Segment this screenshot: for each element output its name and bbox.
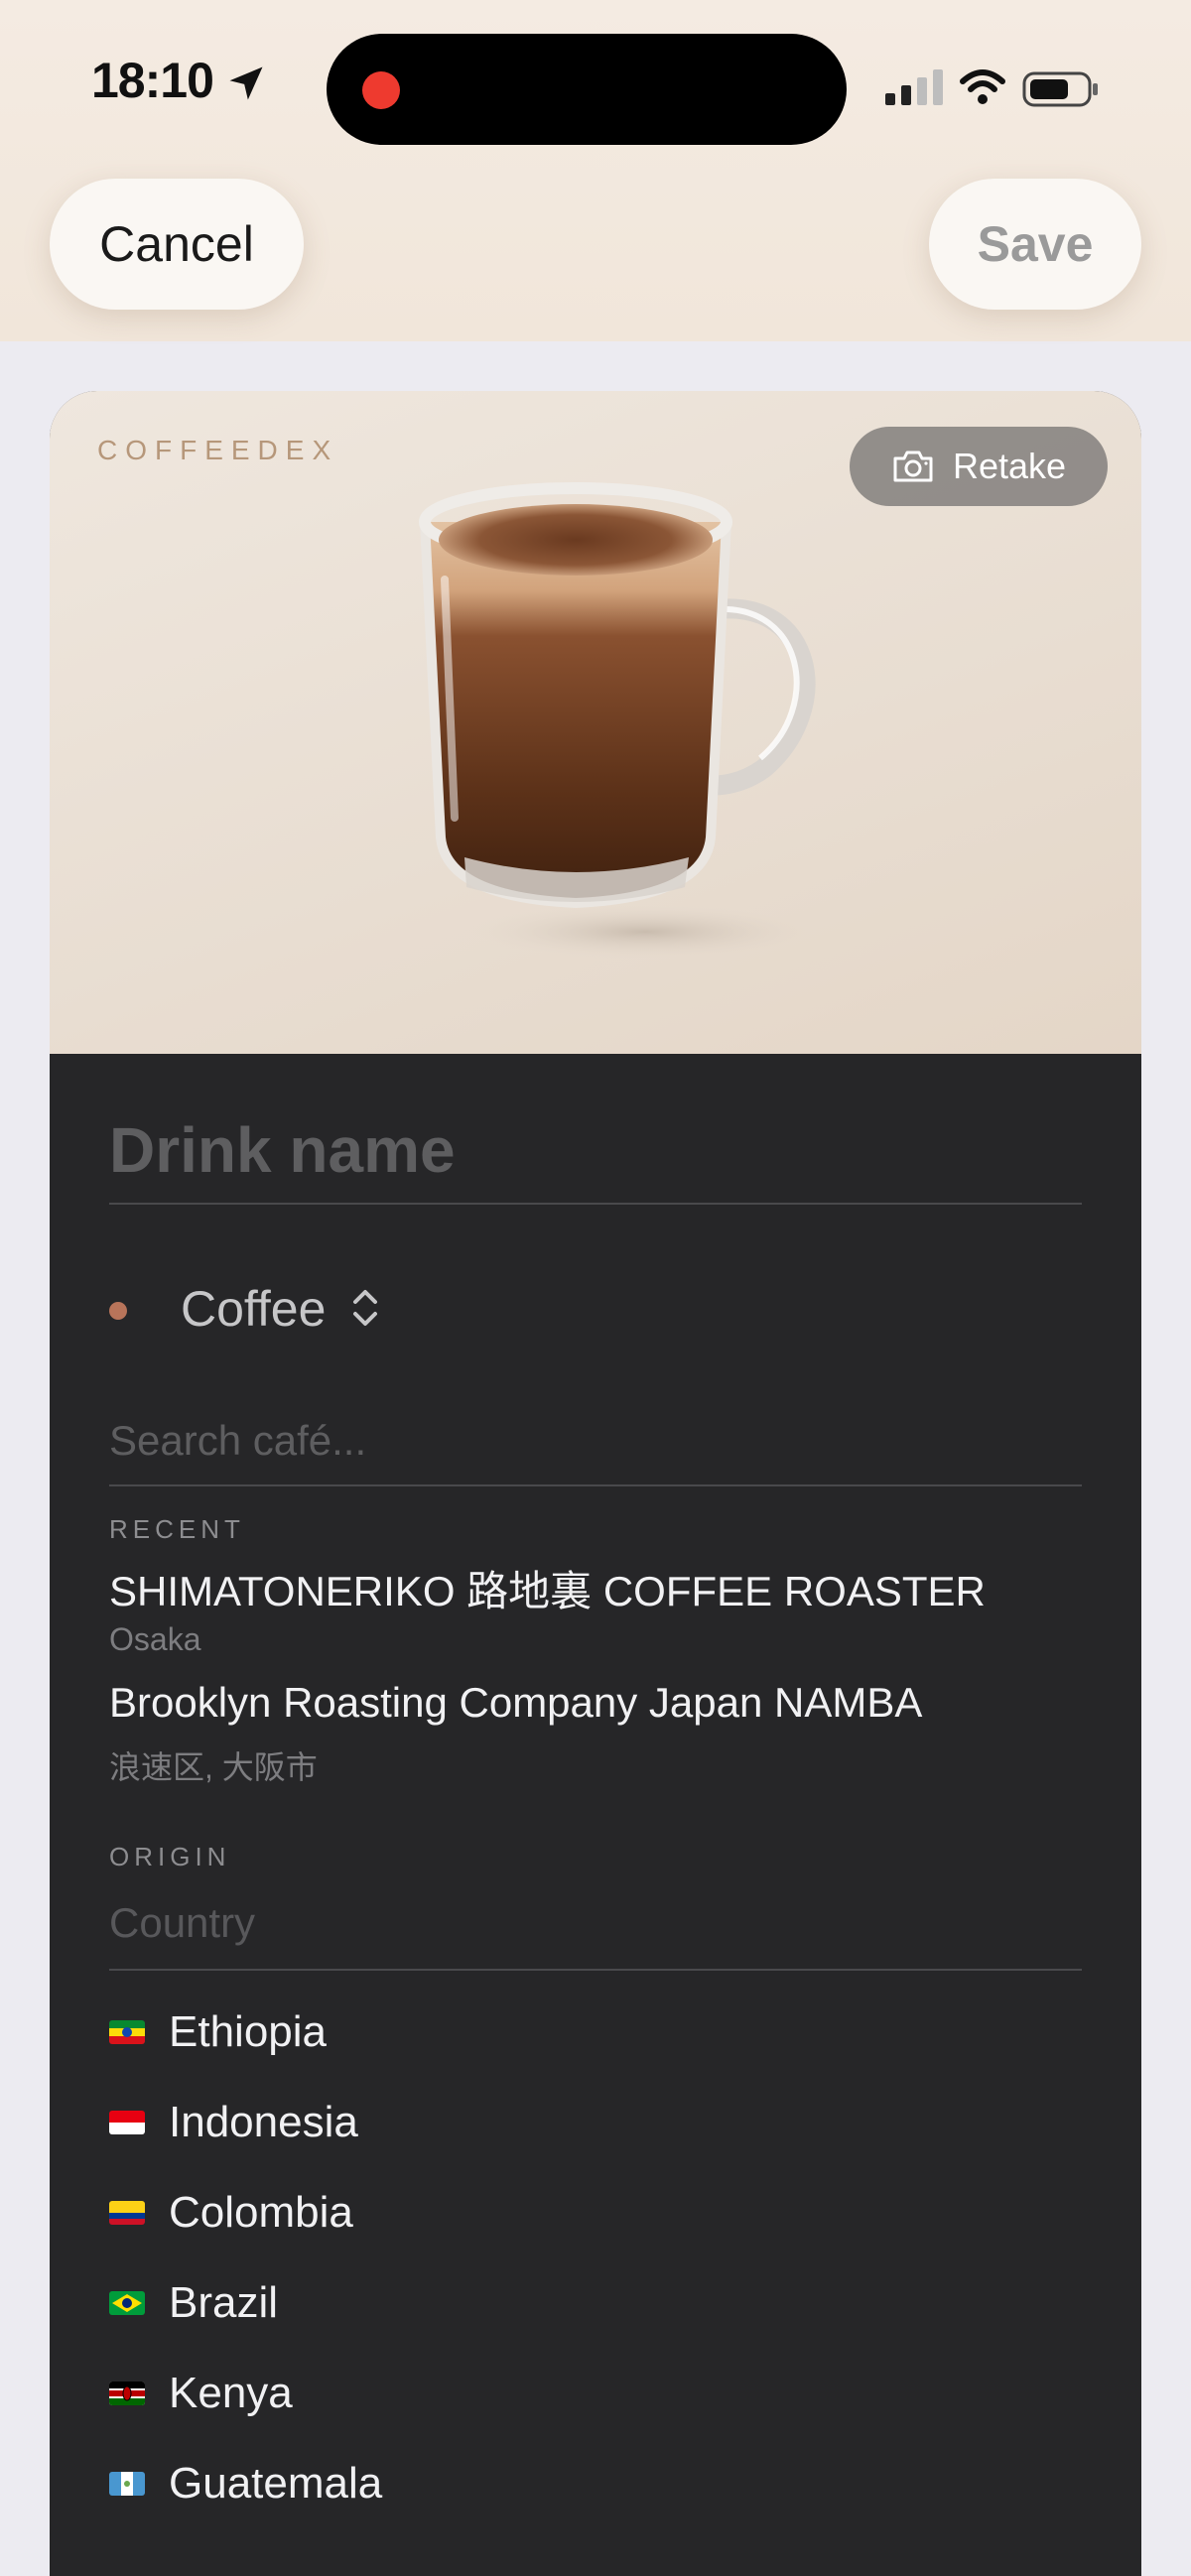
- country-option-indonesia[interactable]: Indonesia: [109, 2093, 358, 2152]
- drink-type-selector[interactable]: Coffee: [181, 1280, 326, 1338]
- kenya-flag-icon: [109, 2382, 145, 2405]
- country-option-brazil[interactable]: Brazil: [109, 2273, 278, 2333]
- country-name: Kenya: [169, 2369, 293, 2417]
- origin-section-label: ORIGIN: [109, 1842, 231, 1871]
- type-color-dot: [109, 1302, 127, 1320]
- wifi-icon: [960, 69, 1005, 104]
- recent-section-label: RECENT: [109, 1514, 245, 1544]
- brazil-flag-icon: [109, 2291, 145, 2315]
- drink-entry-card: COFFEEDEX Retake Drink name Coffee Searc…: [50, 391, 1141, 2576]
- country-underline: [109, 1969, 1082, 1971]
- recent-cafe-location: Osaka: [109, 1621, 201, 1657]
- recording-indicator-icon: [362, 71, 400, 109]
- country-name: Brazil: [169, 2278, 279, 2327]
- battery-icon: [1022, 71, 1098, 107]
- drink-name-input[interactable]: Drink name: [109, 1113, 1082, 1187]
- country-name: Ethiopia: [169, 2007, 328, 2056]
- cafe-search-input[interactable]: Search café...: [109, 1417, 366, 1465]
- recent-cafe-location: 浪速区, 大阪市: [109, 1749, 318, 1785]
- cafe-search-underline: [109, 1484, 1082, 1486]
- dynamic-island: [327, 34, 847, 145]
- country-option-guatemala[interactable]: Guatemala: [109, 2454, 382, 2513]
- cellular-signal-icon: [885, 69, 943, 105]
- country-option-colombia[interactable]: Colombia: [109, 2183, 353, 2243]
- indonesia-flag-icon: [109, 2111, 145, 2134]
- country-input[interactable]: Country: [109, 1899, 255, 1947]
- country-name: Guatemala: [169, 2459, 383, 2508]
- country-option-ethiopia[interactable]: Ethiopia: [109, 2002, 327, 2062]
- recent-cafe-name[interactable]: Brooklyn Roasting Company Japan NAMBA: [109, 1679, 922, 1727]
- drink-form: Drink name Coffee Search café... RECENT …: [50, 1054, 1141, 2576]
- country-name: Colombia: [169, 2188, 353, 2237]
- colombia-flag-icon: [109, 2201, 145, 2225]
- brand-label: COFFEEDEX: [97, 435, 339, 465]
- ethiopia-flag-icon: [109, 2020, 145, 2044]
- retake-label: Retake: [952, 446, 1067, 486]
- cancel-button[interactable]: Cancel: [50, 179, 304, 310]
- drink-photo: [419, 482, 824, 960]
- guatemala-flag-icon: [109, 2472, 145, 2496]
- location-arrow-icon: [229, 66, 263, 100]
- drink-name-underline: [109, 1203, 1082, 1205]
- country-option-kenya[interactable]: Kenya: [109, 2364, 293, 2423]
- recent-cafe-name[interactable]: SHIMATONERIKO 路地裏 COFFEE ROASTER: [109, 1558, 986, 1618]
- drink-photo-area: COFFEEDEX Retake: [50, 391, 1141, 1054]
- chevron-up-down-icon[interactable]: [347, 1284, 383, 1332]
- status-time: 18:10: [91, 53, 214, 108]
- save-button[interactable]: Save: [929, 179, 1141, 310]
- country-name: Indonesia: [169, 2098, 358, 2146]
